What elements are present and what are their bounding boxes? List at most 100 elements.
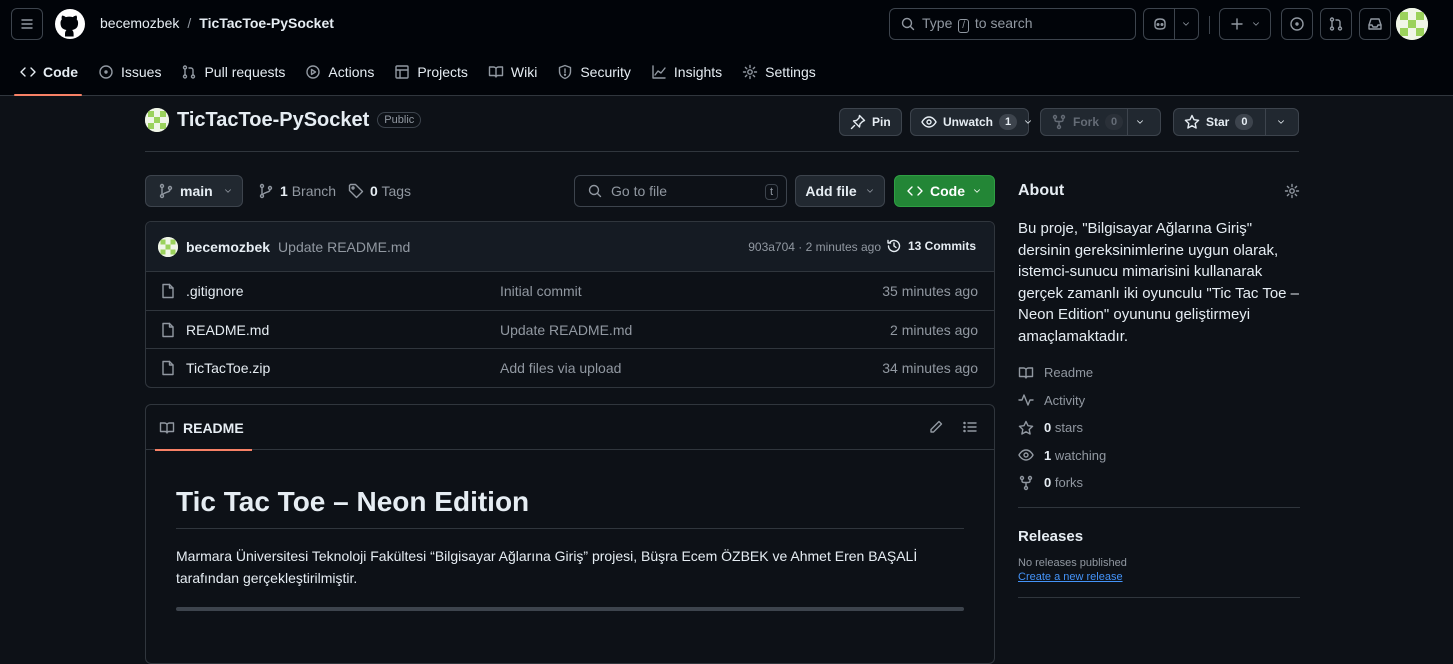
git-pull-request-icon	[183, 65, 196, 79]
commit-hash-time[interactable]: 903a704 · 2 minutes ago	[748, 240, 881, 254]
branches-link[interactable]: 1 Branch	[280, 183, 336, 199]
breadcrumb-repo-link[interactable]: TicTacToe-PySocket	[199, 15, 334, 31]
repo-forked-icon	[1052, 114, 1066, 130]
commit-author-avatar[interactable]	[158, 237, 178, 257]
copilot-button[interactable]	[1143, 8, 1199, 40]
inbox-icon	[1368, 18, 1382, 30]
gear-icon	[742, 64, 758, 80]
inbox-button[interactable]	[1359, 8, 1391, 40]
fork-counter: 0	[1105, 114, 1124, 130]
issue-opened-icon	[1290, 17, 1304, 31]
code-button-label: Code	[930, 183, 965, 199]
forks-link[interactable]: 0 forks	[1018, 469, 1300, 497]
copilot-icon	[1153, 18, 1166, 30]
readme-divider	[176, 607, 964, 611]
readme-link[interactable]: Readme	[1018, 359, 1300, 387]
tab-code[interactable]: Code	[14, 48, 88, 96]
file-name[interactable]: README.md	[160, 322, 269, 338]
about-links: Readme Activity 0 stars 1 watching 0 for…	[1018, 359, 1300, 497]
tab-insights[interactable]: Insights	[651, 48, 732, 96]
file-name[interactable]: TicTacToe.zip	[160, 360, 270, 376]
header-divider	[1209, 16, 1210, 34]
issues-button[interactable]	[1281, 8, 1313, 40]
tags-link[interactable]: 0 Tags	[370, 183, 411, 199]
latest-commit-row: becemozbek Update README.md 903a704 · 2 …	[146, 222, 994, 272]
shield-icon	[559, 64, 572, 80]
watching-link[interactable]: 1 watching	[1018, 442, 1300, 470]
owner-avatar[interactable]	[145, 108, 169, 132]
pull-requests-button[interactable]	[1320, 8, 1352, 40]
tab-wiki[interactable]: Wiki	[488, 48, 547, 96]
about-header: About	[1018, 178, 1300, 204]
star-icon	[1184, 114, 1200, 129]
header-top-row: becemozbek / TicTacToe-PySocket Type / t…	[0, 0, 1453, 48]
table-row[interactable]: .gitignore Initial commit 35 minutes ago	[146, 272, 994, 311]
github-logo-icon[interactable]	[54, 8, 86, 40]
breadcrumb-owner-link[interactable]: becemozbek	[100, 15, 179, 31]
about-heading: About	[1018, 182, 1065, 199]
gear-icon[interactable]	[1284, 183, 1300, 199]
eye-icon	[1018, 449, 1034, 461]
repo-title: TicTacToe-PySocket Public	[145, 108, 422, 132]
latest-commit-info: becemozbek Update README.md	[158, 237, 410, 257]
file-name[interactable]: .gitignore	[160, 283, 244, 299]
tab-security[interactable]: Security	[557, 48, 641, 96]
fork-dropdown[interactable]	[1135, 117, 1145, 127]
commits-link[interactable]: 13 Commits	[886, 238, 976, 254]
play-icon	[306, 65, 321, 79]
tab-label: Issues	[121, 64, 162, 80]
unwatch-button[interactable]: Unwatch 1	[910, 108, 1032, 136]
tab-pull-requests[interactable]: Pull requests	[181, 48, 295, 96]
readme-tools	[928, 419, 978, 435]
tab-issues[interactable]: Issues	[98, 48, 171, 96]
git-pull-request-icon	[1329, 17, 1343, 31]
star-counter: 0	[1235, 114, 1254, 130]
create-new-button[interactable]	[1219, 8, 1271, 40]
search-icon	[588, 184, 602, 198]
create-release-link[interactable]: Create a new release	[1018, 571, 1300, 583]
commit-author-link[interactable]: becemozbek	[186, 239, 270, 255]
branch-tag-links: 1 Branch 0 Tags	[258, 183, 411, 199]
file-commit-message[interactable]: Update README.md	[500, 322, 632, 338]
identicon-icon	[145, 108, 169, 132]
menu-button[interactable]	[11, 8, 43, 40]
code-dropdown-button[interactable]: Code	[894, 175, 995, 207]
global-search-input[interactable]: Type / to search	[889, 8, 1136, 40]
tag-icon	[348, 183, 364, 199]
file-commit-message[interactable]: Initial commit	[500, 283, 582, 299]
branch-select-button[interactable]: main	[145, 175, 243, 207]
tab-label: Wiki	[510, 64, 538, 80]
go-to-file-input[interactable]: Go to file t	[574, 175, 787, 207]
chevron-down-icon	[1278, 120, 1284, 124]
global-header: becemozbek / TicTacToe-PySocket Type / t…	[0, 0, 1453, 96]
repo-name-link[interactable]: TicTacToe-PySocket	[177, 109, 369, 132]
pin-button[interactable]: Pin	[839, 108, 902, 136]
readme-header: README	[146, 405, 994, 451]
readme-content: Tic Tac Toe – Neon Edition Marmara Ünive…	[146, 450, 994, 611]
book-icon	[1018, 367, 1034, 379]
readme-tab[interactable]: README	[155, 405, 252, 451]
star-dropdown[interactable]	[1276, 117, 1286, 127]
file-commit-message[interactable]: Add files via upload	[500, 360, 621, 376]
file-commit-time: 35 minutes ago	[882, 283, 978, 299]
tab-actions[interactable]: Actions	[305, 48, 384, 96]
table-row[interactable]: README.md Update README.md 2 minutes ago	[146, 311, 994, 349]
file-commit-time: 2 minutes ago	[890, 321, 978, 338]
search-placeholder: Type / to search	[922, 15, 1033, 33]
activity-link[interactable]: Activity	[1018, 387, 1300, 415]
tab-settings[interactable]: Settings	[742, 48, 826, 96]
repo-sidebar: About Bu proje, "Bilgisayar Ağlarına Gir…	[1018, 178, 1300, 598]
readme-paragraph: Marmara Üniversitesi Teknoloji Fakültesi…	[176, 548, 918, 586]
list-unordered-icon[interactable]	[962, 419, 978, 435]
chevron-down-icon	[1182, 22, 1189, 26]
tab-projects[interactable]: Projects	[394, 48, 478, 96]
commit-message-link[interactable]: Update README.md	[278, 239, 410, 255]
stars-link[interactable]: 0 stars	[1018, 414, 1300, 442]
pencil-icon[interactable]	[928, 419, 944, 435]
user-avatar[interactable]	[1396, 8, 1428, 40]
releases-heading[interactable]: Releases	[1018, 528, 1300, 545]
add-file-button[interactable]: Add file	[795, 175, 885, 207]
table-row[interactable]: TicTacToe.zip Add files via upload 34 mi…	[146, 349, 994, 387]
pulse-icon	[1018, 394, 1034, 406]
chevron-down-icon	[1137, 120, 1143, 124]
